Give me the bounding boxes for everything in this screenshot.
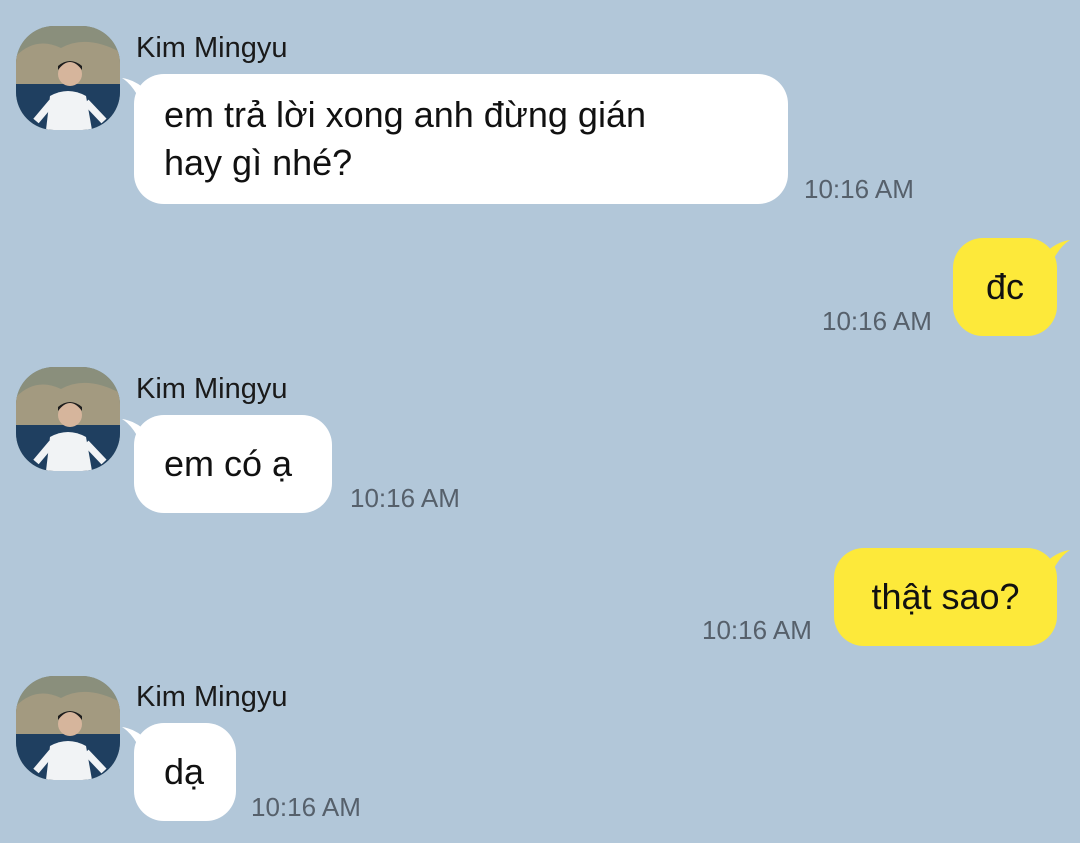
sender-avatar[interactable] bbox=[16, 676, 120, 780]
bubble-tail-outgoing bbox=[1044, 240, 1070, 262]
message-bubble-incoming[interactable]: em có ạ bbox=[134, 415, 332, 513]
message-text-line: dạ bbox=[164, 751, 205, 792]
sender-avatar[interactable] bbox=[16, 367, 120, 471]
message-bubble-outgoing[interactable]: đc bbox=[953, 238, 1057, 336]
message-timestamp: 10:16 AM bbox=[822, 306, 932, 336]
message-bubble-outgoing[interactable]: thật sao? bbox=[834, 548, 1057, 646]
message-timestamp: 10:16 AM bbox=[702, 615, 812, 645]
profile-photo-icon bbox=[16, 26, 120, 130]
profile-photo-icon bbox=[16, 676, 120, 780]
message-text-line: em trả lời xong anh đừng gián bbox=[164, 94, 646, 135]
sender-name: Kim Mingyu bbox=[136, 373, 288, 405]
message-text-line: em có ạ bbox=[164, 443, 293, 484]
sender-name: Kim Mingyu bbox=[136, 32, 288, 64]
sender-name: Kim Mingyu bbox=[136, 681, 288, 713]
message-text-line: đc bbox=[985, 266, 1025, 307]
profile-photo-icon bbox=[16, 367, 120, 471]
message-timestamp: 10:16 AM bbox=[350, 483, 460, 513]
sender-avatar[interactable] bbox=[16, 26, 120, 130]
message-text-line: hay gì nhé? bbox=[164, 142, 353, 183]
message-timestamp: 10:16 AM bbox=[251, 792, 361, 822]
message-bubble-incoming[interactable]: dạ bbox=[134, 723, 236, 821]
message-timestamp: 10:16 AM bbox=[804, 174, 914, 204]
chat-message-list[interactable]: Kim Mingyu em trả lời xong anh đừng gián… bbox=[0, 0, 1080, 843]
message-text-line: thật sao? bbox=[871, 576, 1020, 617]
message-bubble-incoming[interactable]: em trả lời xong anh đừng gián hay gì nhé… bbox=[134, 74, 788, 204]
bubble-tail-outgoing bbox=[1044, 550, 1070, 572]
